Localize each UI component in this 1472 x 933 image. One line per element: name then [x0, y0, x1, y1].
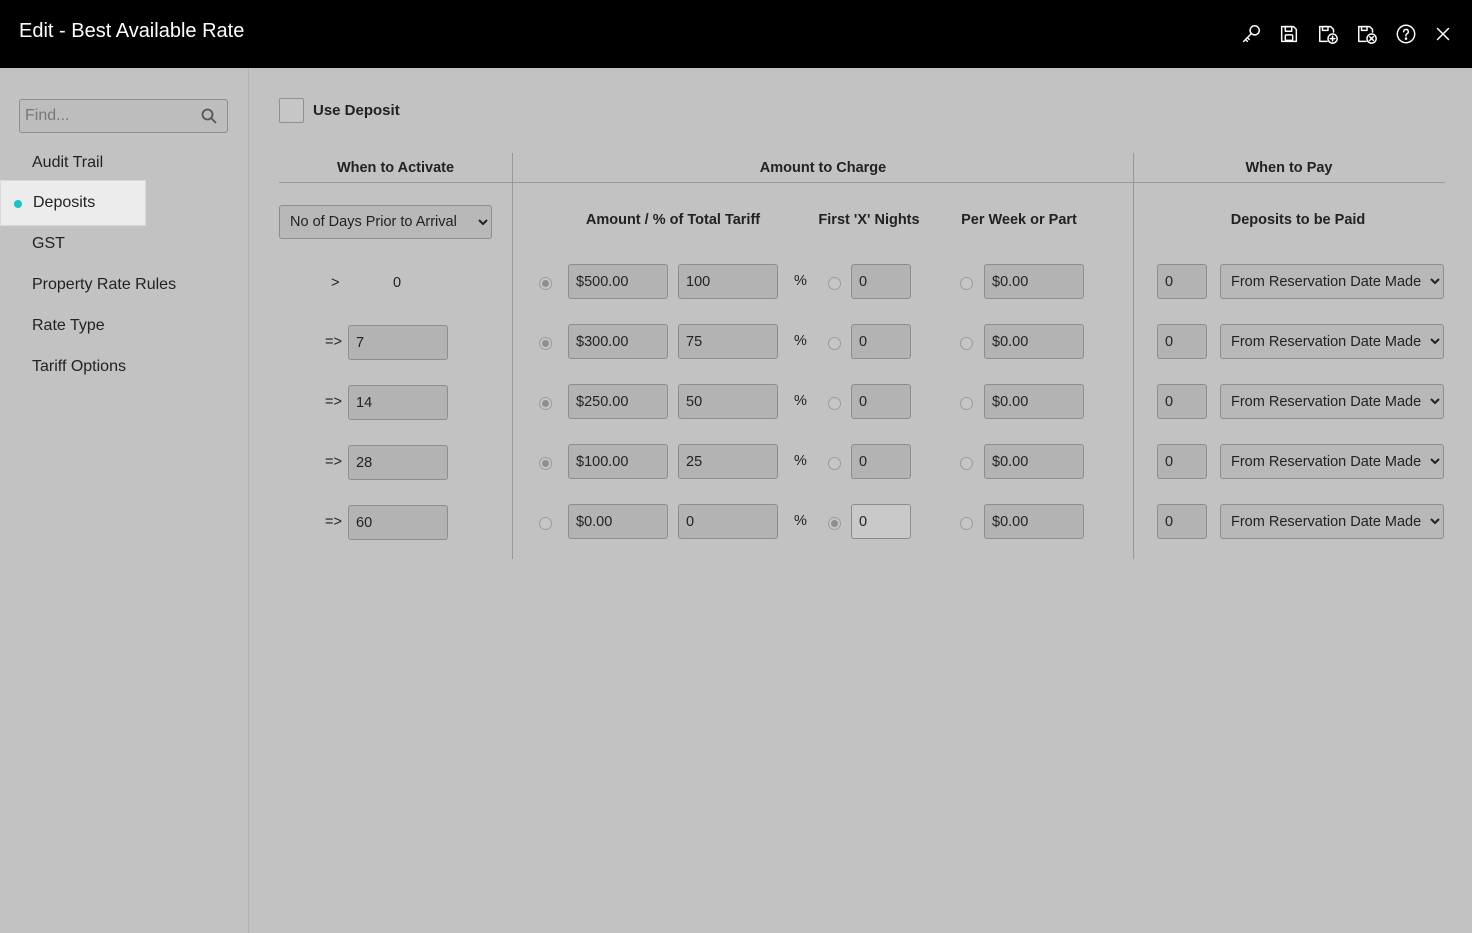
pay-days-field[interactable] [1157, 444, 1207, 479]
sidebar-item-label: Tariff Options [32, 358, 126, 375]
per-week-subheader: Per Week or Part [961, 212, 1077, 228]
percent-symbol: % [794, 333, 807, 349]
pay-days-field[interactable] [1157, 264, 1207, 299]
pay-from-select[interactable]: From Reservation Date Made [1220, 504, 1444, 539]
save-new-icon[interactable] [1316, 22, 1340, 46]
nights-field[interactable] [851, 384, 911, 419]
amount-radio[interactable] [539, 337, 552, 350]
amount-field[interactable] [568, 324, 668, 359]
operator-label: => [325, 334, 342, 350]
percent-symbol: % [794, 273, 807, 289]
per-week-field[interactable] [984, 504, 1084, 539]
close-icon[interactable] [1431, 22, 1455, 46]
first-x-nights-subheader: First 'X' Nights [818, 212, 920, 228]
per-week-radio[interactable] [960, 337, 973, 350]
operator-label: > [331, 275, 340, 291]
percent-field[interactable] [678, 504, 778, 539]
sidebar-item-rate-type[interactable]: Rate Type [0, 303, 146, 349]
column-divider-2 [1133, 153, 1134, 559]
nights-radio[interactable] [828, 397, 841, 410]
title-bar: Edit - Best Available Rate [0, 0, 1472, 68]
nights-radio[interactable] [828, 457, 841, 470]
amount-field[interactable] [568, 444, 668, 479]
save-close-icon[interactable] [1355, 22, 1379, 46]
days-field[interactable] [348, 505, 448, 540]
operator-label: => [325, 394, 342, 410]
nights-radio[interactable] [828, 517, 841, 530]
per-week-radio[interactable] [960, 397, 973, 410]
deposits-to-be-paid-subheader: Deposits to be Paid [1230, 212, 1366, 228]
nights-radio[interactable] [828, 277, 841, 290]
sidebar-item-deposits[interactable]: Deposits [0, 180, 146, 226]
days-field[interactable] [348, 325, 448, 360]
per-week-radio[interactable] [960, 517, 973, 530]
nights-field[interactable] [851, 264, 911, 299]
days-field[interactable] [348, 385, 448, 420]
percent-field[interactable] [678, 264, 778, 299]
key-icon[interactable] [1239, 22, 1263, 46]
amount-field[interactable] [568, 504, 668, 539]
per-week-field[interactable] [984, 444, 1084, 479]
amount-pct-subheader: Amount / % of Total Tariff [585, 212, 761, 228]
percent-symbol: % [794, 513, 807, 529]
pay-from-select[interactable]: From Reservation Date Made [1220, 324, 1444, 359]
percent-symbol: % [794, 453, 807, 469]
sidebar-item-label: Property Rate Rules [32, 276, 177, 293]
header-divider [279, 182, 1445, 183]
sidebar-item-property-rate-rules[interactable]: Property Rate Rules [0, 262, 200, 308]
pay-days-field[interactable] [1157, 384, 1207, 419]
pay-from-select[interactable]: From Reservation Date Made [1220, 444, 1444, 479]
amount-radio[interactable] [539, 277, 552, 290]
percent-symbol: % [794, 393, 807, 409]
sidebar-item-label: GST [32, 235, 65, 252]
sidebar-item-label: Rate Type [32, 317, 105, 334]
when-to-pay-header: When to Pay [1245, 160, 1333, 176]
percent-field[interactable] [678, 384, 778, 419]
per-week-field[interactable] [984, 324, 1084, 359]
per-week-radio[interactable] [960, 457, 973, 470]
column-divider-1 [512, 153, 513, 559]
search-input[interactable] [20, 100, 200, 132]
pay-from-select[interactable]: From Reservation Date Made [1220, 264, 1444, 299]
nights-radio[interactable] [828, 337, 841, 350]
amount-radio[interactable] [539, 517, 552, 530]
deposits-panel: Use Deposit When to Activate Amount to C… [249, 68, 1472, 933]
use-deposit-label: Use Deposit [313, 102, 400, 119]
when-to-activate-header: When to Activate [336, 160, 455, 176]
days-field[interactable] [348, 445, 448, 480]
window-title: Edit - Best Available Rate [19, 20, 245, 42]
sidebar-item-gst[interactable]: GST [0, 221, 146, 267]
amount-radio[interactable] [539, 457, 552, 470]
days-value: 0 [393, 275, 402, 291]
per-week-radio[interactable] [960, 277, 973, 290]
use-deposit-checkbox[interactable] [279, 98, 304, 123]
per-week-field[interactable] [984, 384, 1084, 419]
save-icon[interactable] [1277, 22, 1301, 46]
percent-field[interactable] [678, 444, 778, 479]
amount-to-charge-header: Amount to Charge [759, 160, 887, 176]
pay-days-field[interactable] [1157, 504, 1207, 539]
sidebar: Audit Trail Deposits GST Property Rate R… [0, 68, 249, 933]
amount-field[interactable] [568, 264, 668, 299]
amount-radio[interactable] [539, 397, 552, 410]
activation-mode-select[interactable]: No of Days Prior to Arrival [279, 205, 492, 239]
sidebar-item-label: Audit Trail [32, 154, 104, 171]
sidebar-item-tariff-options[interactable]: Tariff Options [0, 344, 146, 390]
per-week-field[interactable] [984, 264, 1084, 299]
amount-field[interactable] [568, 384, 668, 419]
nights-field[interactable] [851, 444, 911, 479]
operator-label: => [325, 514, 342, 530]
sidebar-item-label: Deposits [33, 194, 96, 211]
pay-from-select[interactable]: From Reservation Date Made [1220, 384, 1444, 419]
search-icon[interactable] [201, 108, 217, 124]
search-box [19, 99, 228, 133]
nights-field[interactable] [851, 504, 911, 539]
pay-days-field[interactable] [1157, 324, 1207, 359]
operator-label: => [325, 454, 342, 470]
active-indicator [14, 200, 22, 208]
percent-field[interactable] [678, 324, 778, 359]
help-icon[interactable] [1394, 22, 1418, 46]
nights-field[interactable] [851, 324, 911, 359]
